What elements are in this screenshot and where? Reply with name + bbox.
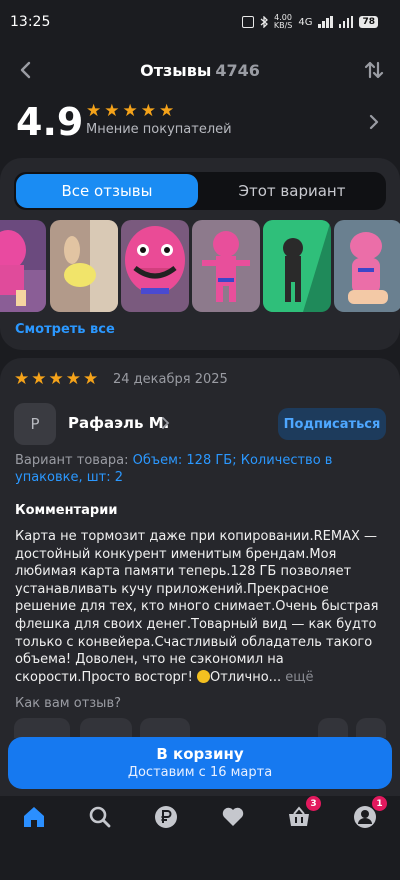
avatar[interactable]: Р — [14, 403, 56, 445]
tab-cart[interactable]: 3 — [286, 796, 321, 830]
star-icon: ★ — [48, 369, 64, 389]
comment-button[interactable] — [140, 718, 190, 738]
status-icons: 4.00 KB/S 4G 78 — [241, 13, 378, 30]
network-type: 4G — [298, 16, 313, 28]
read-more-link[interactable]: ещё — [285, 670, 313, 685]
tab-all-reviews[interactable]: Все отзывы — [16, 174, 198, 208]
star-icon: ★ — [65, 369, 81, 389]
review-text: Карта не тормозит даже при копировании.R… — [15, 529, 379, 685]
review-date: 24 декабря 2025 — [113, 372, 228, 387]
rating-caption: Мнение покупателей — [86, 122, 232, 137]
star-icon: ★ — [104, 101, 120, 121]
signal-icon — [318, 16, 333, 28]
review-photo[interactable] — [0, 220, 46, 312]
tab-search[interactable] — [87, 804, 113, 830]
star-icon: ★ — [122, 101, 138, 121]
profile-badge: 1 — [372, 796, 387, 811]
chevron-right-icon[interactable] — [160, 416, 170, 430]
review-stars: ★ ★ ★ ★ ★ — [14, 371, 98, 388]
rating-summary[interactable]: 4.9 ★ ★ ★ ★ ★ Мнение покупателей — [0, 100, 400, 150]
status-bar: 13:25 4.00 KB/S 4G 78 — [0, 0, 400, 44]
heart-icon — [222, 807, 244, 826]
reviews-count: 4746 — [215, 61, 260, 80]
share-button[interactable] — [318, 718, 348, 738]
review-photo[interactable] — [192, 220, 260, 312]
network-speed: 4.00 KB/S — [273, 13, 293, 30]
author-name[interactable]: Рафаэль М. — [68, 414, 169, 432]
star-icon: ★ — [31, 369, 47, 389]
cart-badge: 3 — [306, 796, 321, 811]
star-icon: ★ — [140, 101, 156, 121]
nfc-icon — [241, 16, 254, 28]
bottom-tab-bar: 3 1 — [0, 796, 400, 880]
home-icon — [24, 807, 44, 827]
review-photo[interactable] — [334, 220, 400, 312]
tab-home[interactable] — [21, 804, 47, 830]
sort-icon[interactable] — [362, 58, 386, 82]
rating-stars: ★ ★ ★ ★ ★ — [86, 103, 174, 120]
review-photo[interactable] — [121, 220, 189, 312]
star-icon: ★ — [86, 101, 102, 121]
comments-heading: Комментарии — [15, 503, 118, 518]
ruble-icon — [155, 806, 177, 828]
review-card: ★ ★ ★ ★ ★ 24 декабря 2025 Р Рафаэль М. П… — [0, 358, 400, 798]
feedback-buttons — [14, 718, 386, 738]
signal-icon-2 — [338, 16, 354, 28]
review-filter-toggle: Все отзывы Этот вариант — [14, 172, 386, 210]
star-icon: ★ — [159, 101, 175, 121]
status-time: 13:25 — [10, 14, 51, 30]
subscribe-button[interactable]: Подписаться — [278, 408, 386, 440]
tab-this-variant[interactable]: Этот вариант — [200, 174, 384, 208]
star-icon: ★ — [83, 369, 99, 389]
rating-value: 4.9 — [16, 100, 84, 144]
add-to-cart-button[interactable]: В корзину Доставим с 16 марта — [8, 737, 392, 789]
star-icon: ★ — [14, 369, 30, 389]
feedback-question: Как вам отзыв? — [15, 696, 122, 711]
tab-favorites[interactable] — [220, 804, 246, 830]
page-title: Отзывы 4746 — [140, 61, 260, 80]
bluetooth-icon — [260, 16, 268, 28]
filters-gallery-card: Все отзывы Этот вариант Смотреть все — [0, 158, 400, 350]
more-options-button[interactable] — [356, 718, 386, 738]
see-all-photos-link[interactable]: Смотреть все — [15, 322, 115, 337]
chevron-right-icon[interactable] — [366, 112, 382, 132]
tab-profile[interactable]: 1 — [352, 796, 387, 830]
product-variant: Вариант товара: Объем: 128 ГБ; Количеств… — [15, 453, 333, 485]
battery-icon: 78 — [359, 16, 378, 28]
photo-gallery — [0, 220, 400, 312]
header: Отзывы 4746 — [0, 52, 400, 90]
star-eyes-emoji-icon — [196, 669, 210, 683]
review-photo[interactable] — [50, 220, 118, 312]
like-button[interactable] — [14, 718, 70, 738]
tab-payments[interactable] — [153, 804, 179, 830]
search-icon — [89, 806, 111, 828]
dislike-button[interactable] — [80, 718, 132, 738]
review-photo[interactable] — [263, 220, 331, 312]
